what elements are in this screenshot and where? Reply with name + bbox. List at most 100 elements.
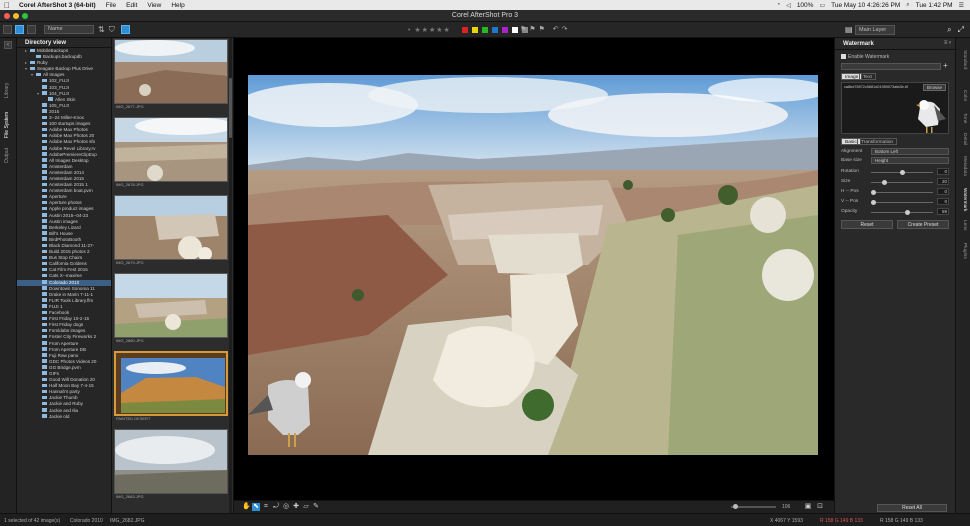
apple-icon[interactable]: : [0, 1, 14, 10]
tab-watermark[interactable]: Watermark: [962, 188, 967, 211]
straighten-tool-icon[interactable]: ⤾: [272, 503, 280, 511]
hand-tool-icon[interactable]: ✋: [242, 503, 251, 511]
rating-stars[interactable]: • ★★★★★: [408, 26, 451, 34]
vpos-value[interactable]: 0: [937, 198, 949, 205]
image-viewer[interactable]: [234, 38, 834, 500]
tab-lens[interactable]: Lens: [962, 220, 967, 230]
size-slider[interactable]: [871, 180, 933, 185]
directory-view-title[interactable]: Directory view: [17, 38, 111, 48]
color-label-swatch[interactable]: [462, 27, 468, 33]
tab-output[interactable]: Output: [4, 148, 10, 163]
wifi-icon[interactable]: ◔: [777, 2, 781, 8]
main-photo[interactable]: [248, 75, 818, 455]
tab-file-system[interactable]: File System: [4, 112, 10, 138]
menu-file[interactable]: File: [101, 2, 121, 9]
layout-split-button[interactable]: [15, 25, 24, 34]
flag-and-rotate-icons[interactable]: ⚑⚑⚑ ↶↷: [520, 25, 571, 33]
menu-app-name[interactable]: Corel AfterShot 3 (64-bit): [14, 2, 101, 9]
tab-library[interactable]: Library: [4, 83, 10, 98]
region-tool-icon[interactable]: ▱: [302, 503, 310, 511]
tab-text[interactable]: Text: [859, 73, 876, 80]
tab-transformation[interactable]: Transformation: [857, 138, 898, 145]
fit-view-icon[interactable]: ⊡: [816, 503, 824, 511]
select-tool-icon[interactable]: ⬉: [252, 503, 260, 511]
color-label-swatch[interactable]: [492, 27, 498, 33]
opacity-knob[interactable]: [904, 210, 910, 215]
watermark-panel-title[interactable]: Watermark ≡ ‹: [835, 38, 955, 50]
menubar-clock[interactable]: Tue 1:42 PM: [916, 2, 953, 9]
alignment-select[interactable]: Bottom Left: [871, 148, 949, 155]
battery-percent[interactable]: 100%: [797, 2, 814, 9]
reset-button[interactable]: Reset: [841, 220, 893, 229]
tab-standard[interactable]: Standard: [962, 50, 967, 69]
tab-metadata[interactable]: Metadata: [962, 156, 967, 176]
color-label-swatch[interactable]: [502, 27, 508, 33]
thumbnail-image[interactable]: [114, 117, 228, 182]
menu-view[interactable]: View: [142, 2, 166, 9]
zoom-slider[interactable]: [731, 504, 776, 509]
filmstrip-scrollbar[interactable]: [229, 38, 232, 513]
tab-color[interactable]: Color: [962, 90, 967, 101]
panel-menu-icon[interactable]: ≡ ‹: [944, 40, 951, 46]
menubar-datetime[interactable]: Tue May 10 4:26:26 PM: [831, 2, 900, 9]
search-input[interactable]: Name: [44, 25, 94, 34]
vpos-knob[interactable]: [871, 200, 876, 205]
watermark-preset-select[interactable]: [841, 63, 941, 70]
color-label-swatch[interactable]: [472, 27, 478, 33]
layout-single-button[interactable]: [3, 25, 12, 34]
compare-view-icon[interactable]: ▣: [804, 503, 812, 511]
color-label-swatch[interactable]: [482, 27, 488, 33]
thumbnail-image[interactable]: [114, 39, 228, 104]
crop-tool-icon[interactable]: ⌗: [262, 503, 270, 511]
color-label-swatch[interactable]: [512, 27, 518, 33]
filmstrip-thumbnail[interactable]: IMG_2680.JPG: [114, 273, 228, 344]
hpos-slider[interactable]: [871, 190, 933, 195]
filmstrip-thumbnail[interactable]: IMG_2683.JPG: [114, 429, 228, 500]
size-value[interactable]: 20: [937, 178, 949, 185]
collapse-left-icon[interactable]: ‹: [4, 41, 12, 49]
view-toggle-button[interactable]: [120, 25, 130, 34]
search-icon[interactable]: ⌕: [947, 25, 951, 35]
fullscreen-icon[interactable]: ⤢: [958, 25, 964, 35]
notification-center-icon[interactable]: ☰: [959, 2, 964, 9]
reset-all-button[interactable]: Reset All: [877, 504, 947, 512]
directory-item[interactable]: Jackie old: [17, 414, 111, 420]
tab-detail[interactable]: Detail: [962, 133, 967, 145]
sort-icon[interactable]: ⇅: [98, 25, 105, 34]
menu-help[interactable]: Help: [166, 2, 189, 9]
heal-tool-icon[interactable]: ✚: [292, 503, 300, 511]
opacity-value[interactable]: 59: [937, 208, 949, 215]
layout-grid-button[interactable]: [27, 25, 36, 34]
filmstrip-thumbnail[interactable]: IMG_2678.JPG: [114, 117, 228, 188]
thumbnail-image[interactable]: [114, 273, 228, 338]
spotlight-icon[interactable]: ⌕: [906, 2, 909, 9]
size-knob[interactable]: [882, 180, 888, 185]
thumbnail-image[interactable]: [114, 429, 228, 494]
create-preset-button[interactable]: Create Preset: [897, 220, 949, 229]
tab-tone[interactable]: Tone: [962, 113, 967, 123]
volume-icon[interactable]: ◁: [786, 2, 791, 9]
layers-icon[interactable]: ▤: [845, 25, 853, 34]
checkbox-icon[interactable]: [841, 54, 846, 59]
rotation-knob[interactable]: [899, 170, 905, 175]
filmstrip-thumbnail[interactable]: IMG_2679.JPG: [114, 195, 228, 266]
brush-tool-icon[interactable]: ✎: [312, 503, 320, 511]
opacity-slider[interactable]: [871, 210, 933, 215]
filmstrip-thumbnail[interactable]: PAINTED DESERT: [114, 351, 228, 422]
menu-edit[interactable]: Edit: [121, 2, 142, 9]
thumbnail-image[interactable]: [114, 195, 228, 260]
add-preset-icon[interactable]: +: [943, 61, 948, 70]
layer-select[interactable]: Main Layer: [855, 25, 895, 35]
hpos-value[interactable]: 0: [937, 188, 949, 195]
filmstrip-thumbnail[interactable]: IMG_2677.JPG: [114, 39, 228, 110]
redeye-tool-icon[interactable]: ◎: [282, 503, 290, 511]
vpos-slider[interactable]: [871, 200, 933, 205]
zoom-knob[interactable]: [733, 504, 738, 509]
hpos-knob[interactable]: [871, 190, 876, 195]
base-size-select[interactable]: Height: [871, 157, 949, 164]
rotation-slider[interactable]: [871, 170, 933, 175]
filter-icon[interactable]: ⛉: [109, 25, 115, 35]
rotation-value[interactable]: 0: [937, 168, 949, 175]
thumbnail-image[interactable]: [114, 351, 228, 416]
tab-plugins[interactable]: Plugins: [962, 243, 967, 259]
